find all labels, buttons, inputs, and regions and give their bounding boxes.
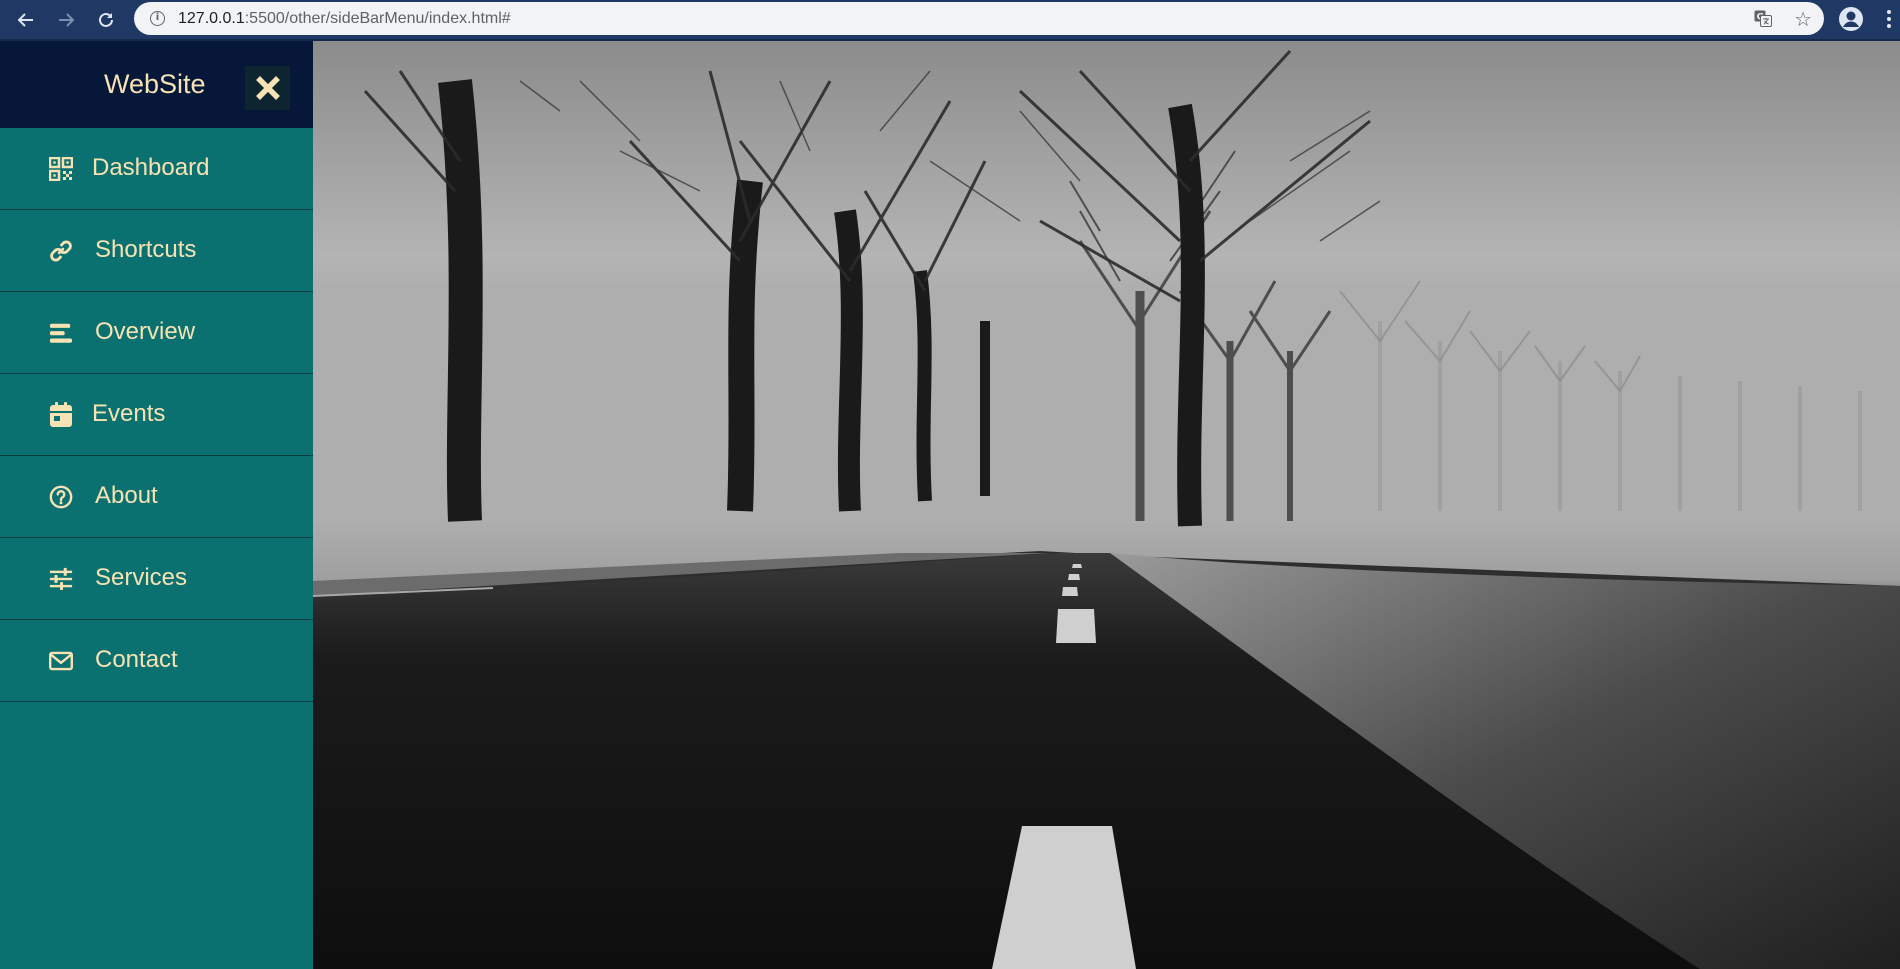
browser-toolbar: i 127.0.0.1:5500/other/sideBarMenu/index… (0, 0, 1900, 41)
sidebar-item-label: Overview (95, 318, 196, 345)
address-bar[interactable]: i 127.0.0.1:5500/other/sideBarMenu/index… (134, 2, 1824, 35)
bars-icon (49, 321, 73, 345)
sidebar-item-about[interactable]: About (0, 456, 313, 538)
sliders-icon (49, 567, 73, 591)
bookmark-star-icon[interactable]: ☆ (1794, 7, 1812, 31)
browser-menu-button[interactable] (1884, 6, 1894, 32)
sidebar-menu: Dashboard Shortcuts Overview Events Abou… (0, 128, 313, 702)
close-sidebar-button[interactable] (245, 66, 290, 110)
reload-icon (99, 12, 113, 27)
url-host: 127.0.0.1 (178, 10, 245, 27)
site-brand[interactable]: WebSite (104, 69, 206, 100)
url-path: :5500/other/sideBarMenu/index.html# (244, 10, 511, 27)
sidebar-item-events[interactable]: Events (0, 374, 313, 456)
sidebar-item-label: Contact (95, 646, 178, 673)
sidebar-item-label: About (95, 482, 158, 509)
dot (1887, 10, 1891, 14)
question-circle-icon (49, 485, 73, 509)
sidebar-item-contact[interactable]: Contact (0, 620, 313, 702)
sidebar-item-label: Dashboard (92, 154, 210, 181)
dot (1887, 24, 1891, 28)
sidebar-item-overview[interactable]: Overview (0, 292, 313, 374)
sidebar-header: WebSite (0, 41, 313, 128)
sidebar-item-label: Services (95, 564, 188, 591)
sidebar-item-label: Events (92, 400, 166, 427)
forward-button[interactable] (52, 6, 80, 34)
sidebar-item-label: Shortcuts (95, 236, 197, 263)
url-text[interactable]: 127.0.0.1:5500/other/sideBarMenu/index.h… (178, 10, 511, 28)
profile-avatar-icon[interactable] (1838, 6, 1864, 32)
sidebar: WebSite Dashboard Shortcuts Overview Eve… (0, 41, 313, 969)
sidebar-item-shortcuts[interactable]: Shortcuts (0, 210, 313, 292)
arrow-left-icon (17, 13, 33, 27)
info-icon[interactable]: i (150, 11, 165, 26)
back-button[interactable] (12, 6, 40, 34)
link-icon (49, 239, 73, 263)
calendar-icon (49, 402, 73, 427)
translate-icon[interactable]: G (1754, 10, 1772, 27)
close-icon (255, 76, 280, 100)
arrow-right-icon (59, 13, 75, 27)
envelope-icon (49, 649, 73, 673)
qr-grid-icon (49, 157, 73, 181)
sidebar-item-services[interactable]: Services (0, 538, 313, 620)
reload-button[interactable] (92, 6, 120, 34)
sidebar-item-dashboard[interactable]: Dashboard (0, 128, 313, 210)
page-viewport: WebSite Dashboard Shortcuts Overview Eve… (0, 41, 1900, 969)
dot (1887, 17, 1891, 21)
